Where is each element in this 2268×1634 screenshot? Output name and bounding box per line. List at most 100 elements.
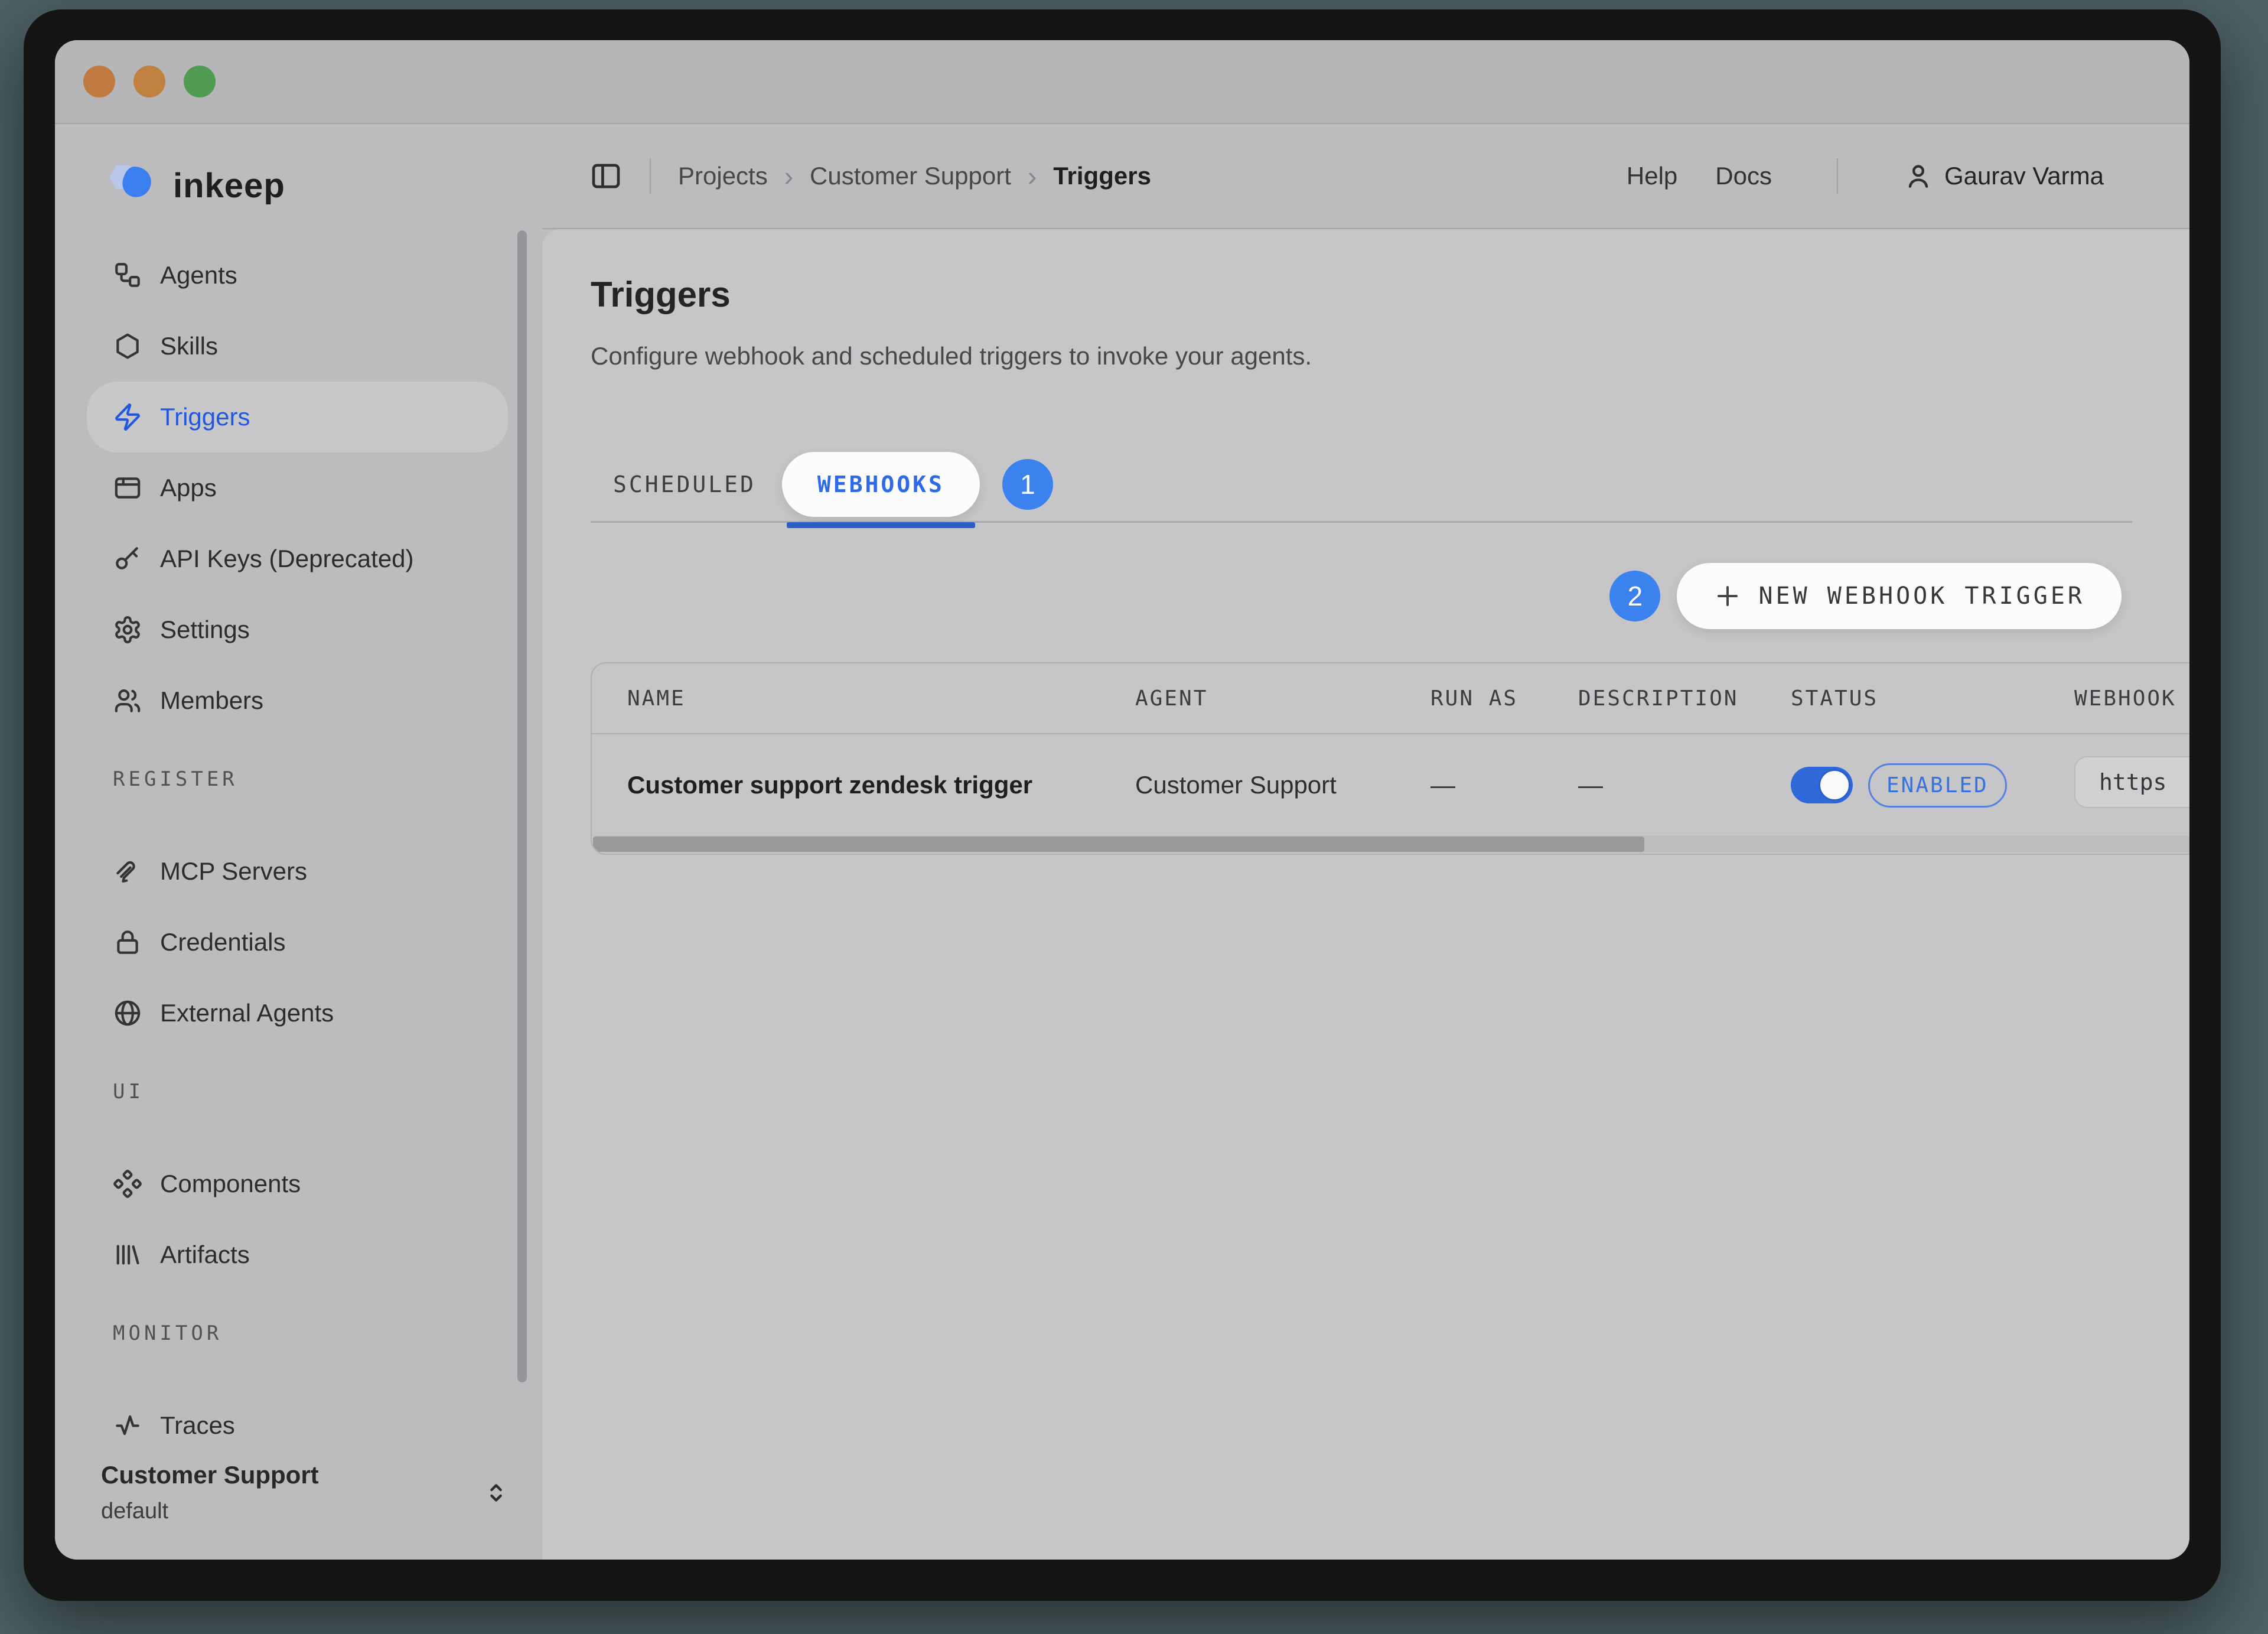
breadcrumb: Projects › Customer Support › Triggers (678, 160, 1151, 192)
table-header: NAME AGENT RUN AS DESCRIPTION STATUS WEB… (592, 663, 2189, 734)
sidebar-nav-register: MCP Servers Credentials External Agents (55, 836, 542, 1049)
status-toggle[interactable] (1791, 767, 1853, 803)
sidebar-item-traces[interactable]: Traces (87, 1390, 508, 1461)
sidebar-nav: Agents Skills Triggers Apps (55, 240, 542, 736)
traffic-zoom-button[interactable] (184, 66, 216, 97)
traffic-close-button[interactable] (83, 66, 115, 97)
plus-icon (1713, 582, 1742, 610)
key-icon (113, 544, 142, 574)
sidebar-item-skills[interactable]: Skills (87, 311, 508, 382)
column-webhook-url: WEBHOOK URL (2074, 686, 2189, 711)
sidebar-item-label: Members (160, 686, 263, 715)
inkeep-logo-icon (101, 160, 161, 211)
macos-titlebar (55, 40, 2189, 124)
sidebar-item-api-keys[interactable]: API Keys (Deprecated) (87, 523, 508, 594)
column-agent: AGENT (1135, 686, 1430, 711)
column-description: DESCRIPTION (1578, 686, 1791, 711)
sidebar-item-triggers[interactable]: Triggers (87, 382, 508, 453)
column-run-as: RUN AS (1430, 686, 1578, 711)
cell-description: — (1578, 771, 1791, 799)
sidebar-item-mcp-servers[interactable]: MCP Servers (87, 836, 508, 907)
help-link[interactable]: Help (1627, 162, 1677, 190)
sidebar-item-label: Traces (160, 1411, 235, 1440)
sidebar-toggle-button[interactable] (589, 160, 623, 193)
new-webhook-trigger-button[interactable]: NEW WEBHOOK TRIGGER (1677, 563, 2122, 629)
sidebar-item-artifacts[interactable]: Artifacts (87, 1219, 508, 1290)
breadcrumb-customer-support[interactable]: Customer Support (810, 162, 1011, 190)
cell-run-as: — (1430, 771, 1578, 799)
tab-webhooks-label: WEBHOOKS (817, 471, 944, 497)
project-switcher[interactable]: Customer Support default (55, 1461, 542, 1528)
new-webhook-trigger-label: NEW WEBHOOK TRIGGER (1758, 582, 2085, 610)
main-area: Projects › Customer Support › Triggers H… (542, 124, 2189, 1560)
toggle-knob (1819, 769, 1850, 801)
user-icon (1903, 161, 1934, 191)
panel-left-icon (589, 160, 623, 193)
page-description: Configure webhook and scheduled triggers… (591, 342, 2189, 370)
window-content: inkeep Agents Skills Triggers (55, 40, 2189, 1560)
cell-webhook-url: https (2074, 756, 2189, 814)
sidebar-item-label: Components (160, 1170, 301, 1198)
topbar-divider (650, 158, 651, 194)
sidebar-item-agents[interactable]: Agents (87, 240, 508, 311)
sidebar-item-components[interactable]: Components (87, 1148, 508, 1219)
breadcrumb-triggers: Triggers (1053, 162, 1151, 190)
sidebar-item-members[interactable]: Members (87, 665, 508, 736)
table-row[interactable]: Customer support zendesk trigger Custome… (592, 734, 2189, 836)
tab-scheduled[interactable]: SCHEDULED (591, 471, 782, 497)
chevron-right-icon: › (1027, 160, 1038, 192)
sidebar-item-label: External Agents (160, 999, 334, 1027)
mcp-icon (113, 857, 142, 886)
table-horizontal-scrollbar[interactable] (593, 836, 2189, 852)
tabs: SCHEDULED WEBHOOKS 1 (591, 447, 2132, 523)
app-window: inkeep Agents Skills Triggers (24, 9, 2221, 1601)
sidebar-item-label: Credentials (160, 928, 285, 956)
sidebar-item-apps[interactable]: Apps (87, 453, 508, 523)
sidebar-item-settings[interactable]: Settings (87, 594, 508, 665)
app-shell: inkeep Agents Skills Triggers (55, 124, 2189, 1560)
traffic-minimize-button[interactable] (133, 66, 165, 97)
agents-icon (113, 261, 142, 290)
sidebar-item-external-agents[interactable]: External Agents (87, 978, 508, 1049)
sidebar-scrollbar[interactable] (517, 230, 527, 1382)
users-icon (113, 686, 142, 715)
sidebar-item-label: Skills (160, 332, 218, 360)
sidebar-item-label: API Keys (Deprecated) (160, 545, 414, 573)
cell-status: ENABLED (1791, 763, 2074, 808)
sidebar-item-label: MCP Servers (160, 857, 307, 886)
user-menu[interactable]: Gaurav Varma (1903, 161, 2104, 191)
tab-webhooks[interactable]: WEBHOOKS (782, 452, 980, 517)
chevron-right-icon: › (783, 160, 794, 192)
webhook-url-value[interactable]: https (2074, 756, 2189, 808)
hexagon-icon (113, 331, 142, 361)
status-badge: ENABLED (1868, 763, 2007, 808)
project-name: Customer Support (101, 1461, 481, 1489)
docs-link[interactable]: Docs (1715, 162, 1772, 190)
column-name: NAME (627, 686, 1135, 711)
sidebar-item-label: Triggers (160, 403, 250, 431)
scrollbar-thumb[interactable] (593, 836, 1644, 852)
cell-agent: Customer Support (1135, 771, 1430, 799)
topbar: Projects › Customer Support › Triggers H… (542, 124, 2189, 229)
user-name: Gaurav Varma (1944, 162, 2104, 190)
sidebar-item-label: Apps (160, 474, 217, 502)
zap-icon (113, 402, 142, 432)
inkeep-logo[interactable]: inkeep (55, 158, 542, 213)
activity-icon (113, 1411, 142, 1440)
sidebar-nav-monitor: Traces (55, 1390, 542, 1461)
artifacts-icon (113, 1240, 142, 1270)
breadcrumb-projects[interactable]: Projects (678, 162, 768, 190)
content-panel: Triggers Configure webhook and scheduled… (542, 229, 2189, 1560)
inkeep-wordmark: inkeep (173, 166, 285, 206)
sidebar-item-label: Artifacts (160, 1241, 250, 1269)
annotation-badge-2: 2 (1609, 571, 1660, 621)
sidebar-item-label: Settings (160, 616, 250, 644)
cell-trigger-name: Customer support zendesk trigger (627, 771, 1135, 799)
topbar-divider (1837, 158, 1838, 194)
column-status: STATUS (1791, 686, 2074, 711)
sidebar-section-register: REGISTER (55, 749, 542, 809)
globe-icon (113, 998, 142, 1028)
page-title: Triggers (591, 274, 2189, 315)
sidebar-item-credentials[interactable]: Credentials (87, 907, 508, 978)
sidebar: inkeep Agents Skills Triggers (55, 124, 542, 1560)
